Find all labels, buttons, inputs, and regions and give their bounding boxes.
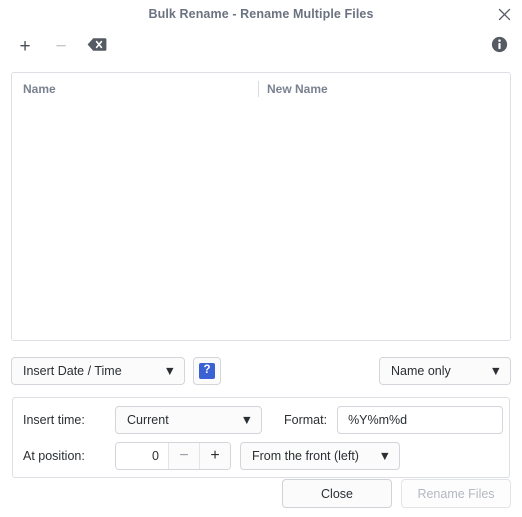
position-increment-button[interactable]: + — [199, 443, 230, 469]
remove-files-button[interactable]: − — [46, 33, 76, 59]
clear-all-icon — [87, 37, 107, 55]
rename-scope-value: Name only — [391, 364, 451, 378]
format-label: Format: — [284, 413, 328, 427]
plus-icon: + — [19, 35, 31, 57]
minus-icon: − — [55, 35, 67, 57]
close-dialog-button[interactable]: Close — [282, 479, 392, 508]
close-icon — [498, 8, 511, 21]
clear-all-button[interactable] — [82, 33, 112, 59]
info-icon — [491, 36, 508, 56]
column-header-new-name[interactable]: New Name — [259, 82, 510, 96]
position-stepper[interactable]: 0 − + — [115, 442, 231, 470]
info-button[interactable] — [486, 33, 512, 59]
file-list-body[interactable] — [12, 104, 510, 340]
close-button[interactable] — [494, 4, 514, 24]
title-bar: Bulk Rename - Rename Multiple Files — [0, 0, 522, 28]
position-decrement-button[interactable]: − — [168, 443, 199, 469]
action-bar: Close Rename Files — [282, 479, 511, 508]
format-input[interactable]: %Y%m%d — [337, 406, 504, 434]
format-input-value: %Y%m%d — [348, 413, 408, 427]
window-title: Bulk Rename - Rename Multiple Files — [148, 7, 374, 21]
insert-time-dropdown[interactable]: Current ▼ — [115, 406, 262, 434]
chevron-down-icon: ▼ — [378, 449, 391, 463]
chevron-down-icon: ▼ — [489, 364, 502, 378]
at-position-label: At position: — [23, 449, 85, 463]
options-frame: Insert time: Current ▼ Format: %Y%m%d At… — [12, 397, 510, 478]
chevron-down-icon: ▼ — [240, 413, 253, 427]
insert-time-row: Insert time: Current ▼ Format: %Y%m%d — [23, 406, 504, 434]
position-value[interactable]: 0 — [116, 443, 168, 469]
column-header-name[interactable]: Name — [12, 82, 258, 96]
rename-pattern-dropdown[interactable]: Insert Date / Time ▼ — [11, 357, 185, 385]
insert-time-value: Current — [127, 413, 169, 427]
position-direction-value: From the front (left) — [252, 449, 359, 463]
at-position-row: At position: 0 − + From the front (left)… — [23, 442, 400, 470]
chevron-down-icon: ▼ — [163, 364, 176, 378]
file-list-header: Name New Name — [12, 73, 510, 104]
file-list-panel[interactable]: Name New Name — [11, 72, 511, 341]
toolbar: + − — [0, 28, 522, 64]
rename-scope-dropdown[interactable]: Name only ▼ — [379, 357, 511, 385]
add-files-button[interactable]: + — [10, 33, 40, 59]
help-icon: ? — [199, 363, 215, 379]
insert-time-label: Insert time: — [23, 413, 85, 427]
help-button[interactable]: ? — [193, 357, 221, 385]
criteria-row: Insert Date / Time ▼ ? Name only ▼ — [11, 357, 511, 385]
position-direction-dropdown[interactable]: From the front (left) ▼ — [240, 442, 400, 470]
rename-files-button[interactable]: Rename Files — [401, 479, 511, 508]
rename-pattern-value: Insert Date / Time — [23, 364, 122, 378]
